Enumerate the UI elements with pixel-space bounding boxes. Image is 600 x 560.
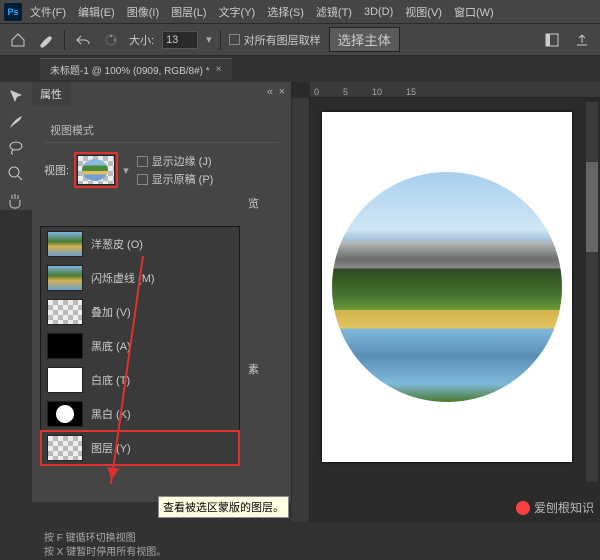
document-title: 未标题-1 @ 100% (0909, RGB/8#) * (50, 62, 210, 77)
dd-label: 闪烁虚线 (M) (91, 270, 155, 286)
reset-icon[interactable] (101, 30, 121, 50)
menu-view[interactable]: 视图(V) (401, 4, 446, 20)
dd-label: 黑白 (K) (91, 406, 131, 422)
hint-line-2: 按 X 键暂时停用所有视图。 (44, 546, 166, 560)
properties-panel-tab[interactable]: 属性 (32, 82, 70, 106)
scroll-thumb[interactable] (586, 162, 598, 252)
brush-tool-icon[interactable] (6, 112, 26, 132)
dd-label: 黑底 (A) (91, 338, 131, 354)
circular-photo (332, 172, 562, 402)
document-tab[interactable]: 未标题-1 @ 100% (0909, RGB/8#) * × (40, 58, 232, 80)
dd-onion-skin[interactable]: 洋葱皮 (O) (41, 227, 239, 261)
quick-select-tool-icon[interactable] (6, 86, 26, 106)
size-label: 大小: (129, 32, 154, 48)
menu-edit[interactable]: 编辑(E) (74, 4, 119, 20)
view-mode-dropdown[interactable]: 洋葱皮 (O) 闪烁虚线 (M) 叠加 (V) 黑底 (A) 白底 (T) 黑白… (40, 226, 240, 466)
preview-label: 览 (44, 195, 279, 211)
dd-black-white[interactable]: 黑白 (K) (41, 397, 239, 431)
sample-all-label: 对所有图层取样 (244, 32, 321, 48)
panel-close-icon[interactable]: × (279, 86, 285, 98)
brush-icon[interactable] (36, 30, 56, 50)
lasso-tool-icon[interactable] (6, 138, 26, 158)
undo-icon[interactable] (73, 30, 93, 50)
panel-collapse-icon[interactable]: « (267, 86, 273, 98)
hand-tool-icon[interactable] (6, 190, 26, 210)
ruler-horizontal: 0 5 10 15 (310, 82, 600, 98)
close-icon[interactable]: × (216, 64, 222, 75)
view-thumbnail[interactable] (77, 155, 115, 185)
select-subject-button[interactable]: 选择主体 (329, 27, 400, 52)
menu-image[interactable]: 图像(I) (123, 4, 163, 20)
hint-line-1: 按 F 键循环切换视图 (44, 532, 166, 546)
home-icon[interactable] (8, 30, 28, 50)
size-input[interactable] (162, 31, 198, 49)
dd-label: 图层 (Y) (91, 440, 131, 456)
dd-label: 洋葱皮 (O) (91, 236, 143, 252)
chevron-down-icon[interactable]: ▾ (123, 164, 129, 177)
watermark: 爱刨根知识 (516, 499, 594, 516)
tooltip: 查看被选区蒙版的图层。 (158, 496, 289, 518)
show-original-label: 显示原稿 (P) (152, 171, 214, 187)
menu-window[interactable]: 窗口(W) (450, 4, 498, 20)
scrollbar-vertical[interactable] (586, 102, 598, 482)
show-edge-checkbox[interactable]: 显示边缘 (J) (137, 153, 214, 169)
view-label: 视图: (44, 162, 69, 178)
show-edge-label: 显示边缘 (J) (152, 153, 212, 169)
view-mode-label: 视图模式 (50, 122, 279, 138)
dd-on-layers[interactable]: 图层 (Y) (41, 431, 239, 465)
canvas-paper[interactable] (322, 112, 572, 462)
watermark-logo-icon (516, 501, 530, 515)
show-original-checkbox[interactable]: 显示原稿 (P) (137, 171, 214, 187)
sample-all-checkbox[interactable]: 对所有图层取样 (229, 32, 321, 48)
dd-label: 叠加 (V) (91, 304, 131, 320)
watermark-text: 爱刨根知识 (534, 499, 594, 516)
menu-3d[interactable]: 3D(D) (360, 6, 397, 18)
menu-type[interactable]: 文字(Y) (215, 4, 260, 20)
dd-on-black[interactable]: 黑底 (A) (41, 329, 239, 363)
menu-layer[interactable]: 图层(L) (167, 4, 210, 20)
share-icon[interactable] (572, 30, 592, 50)
menu-select[interactable]: 选择(S) (263, 4, 308, 20)
dd-overlay[interactable]: 叠加 (V) (41, 295, 239, 329)
chevron-down-icon[interactable]: ▾ (206, 33, 212, 46)
menu-file[interactable]: 文件(F) (26, 4, 70, 20)
dd-on-white[interactable]: 白底 (T) (41, 363, 239, 397)
zoom-tool-icon[interactable] (6, 164, 26, 184)
app-logo: Ps (4, 3, 22, 21)
menu-filter[interactable]: 滤镜(T) (312, 4, 356, 20)
panel-toggle-icon[interactable] (542, 30, 562, 50)
ruler-vertical (292, 98, 310, 522)
